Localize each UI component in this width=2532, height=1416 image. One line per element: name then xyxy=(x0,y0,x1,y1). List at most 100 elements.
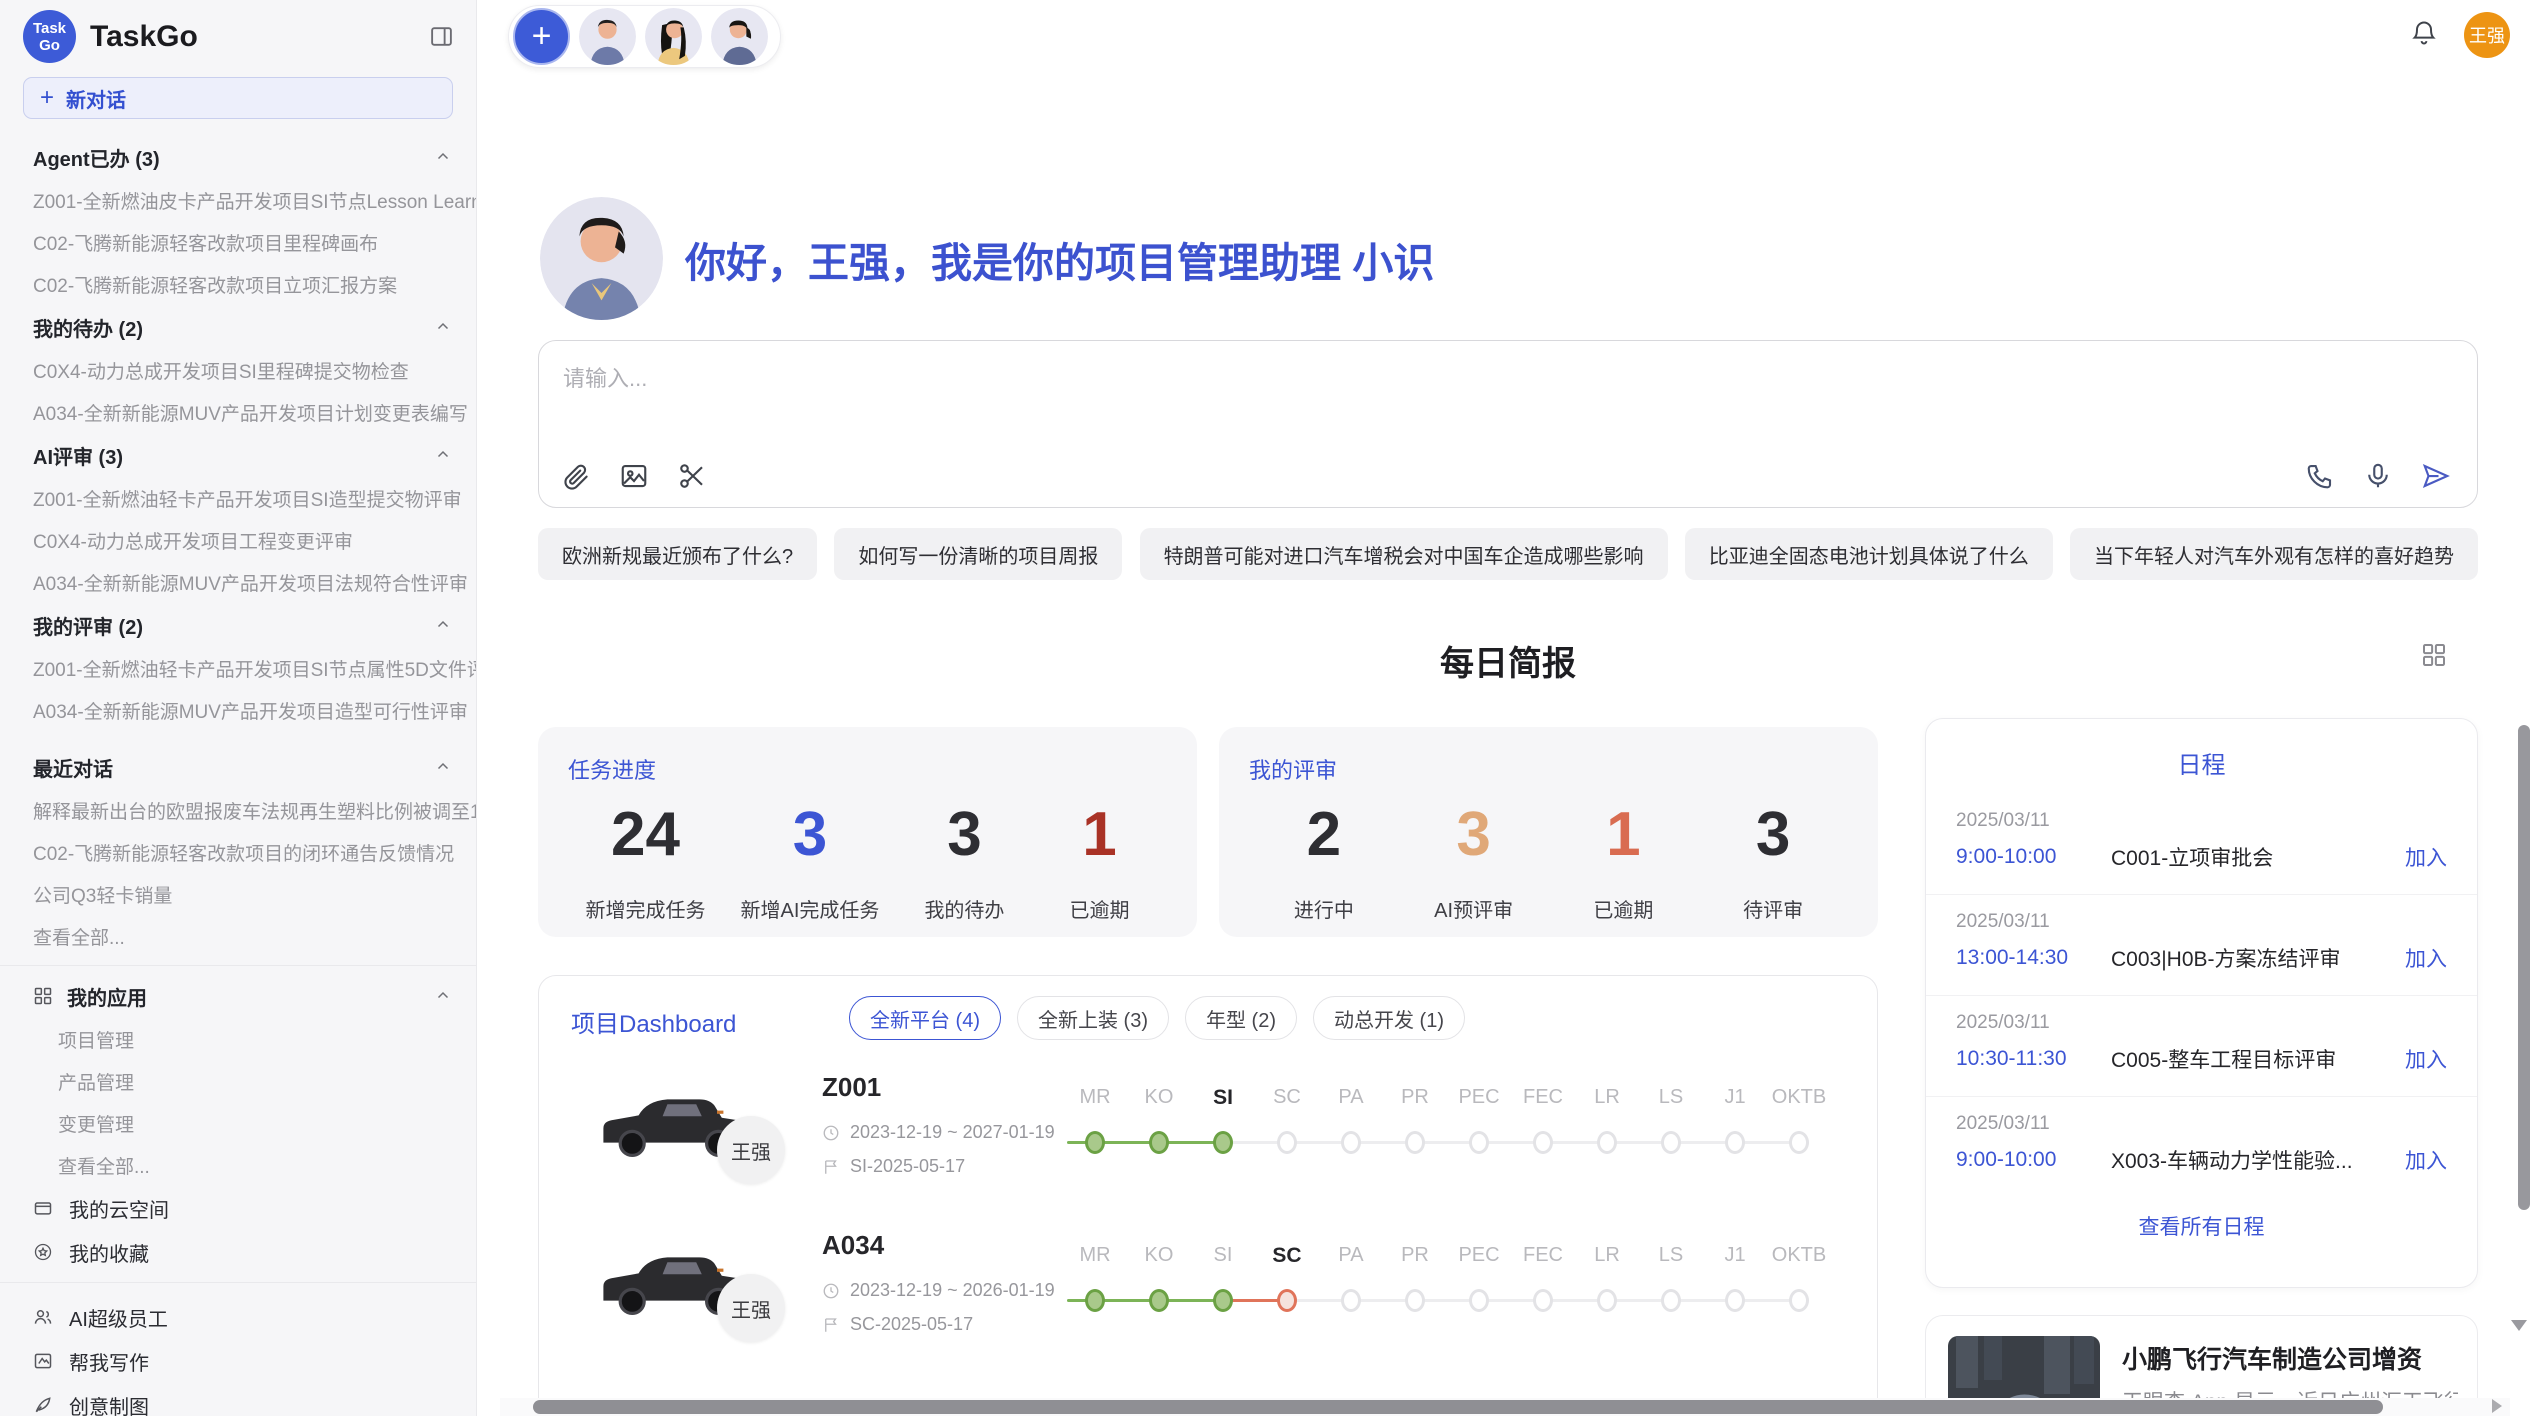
schedule-item[interactable]: 2025/03/11 9:00-10:00 C001-立项审批会 加入 xyxy=(1926,794,2477,895)
section-agent-done[interactable]: Agent已办 (3) xyxy=(0,135,476,179)
agent-avatar-1[interactable] xyxy=(579,8,636,65)
agent-avatar-3[interactable] xyxy=(711,8,768,65)
section-ai-review[interactable]: AI评审 (3) xyxy=(0,433,476,477)
schedule-item[interactable]: 2025/03/11 10:30-11:30 C005-整车工程目标评审 加入 xyxy=(1926,996,2477,1097)
recent-chat-item[interactable]: C02-飞腾新能源轻客改款项目的闭环通告反馈情况 xyxy=(0,831,476,873)
filter-chip[interactable]: 全新平台 (4) xyxy=(849,996,1001,1040)
section-my-todo[interactable]: 我的待办 (2) xyxy=(0,305,476,349)
suggestion-chip[interactable]: 比亚迪全固态电池计划具体说了什么 xyxy=(1685,528,2053,580)
section-my-review[interactable]: 我的评审 (2) xyxy=(0,603,476,647)
join-link[interactable]: 加入 xyxy=(2405,1145,2447,1175)
user-avatar[interactable]: 王强 xyxy=(2464,12,2510,58)
notifications-bell-icon[interactable] xyxy=(2410,19,2438,52)
divider xyxy=(0,1282,476,1283)
sidebar-item-ai-staff[interactable]: AI超级员工 xyxy=(0,1295,476,1339)
app-item-project-mgmt[interactable]: 项目管理 xyxy=(0,1018,476,1060)
section-recent-chats[interactable]: 最近对话 xyxy=(0,745,476,789)
chevron-up-icon[interactable] xyxy=(434,758,452,776)
dashboard-title: 项目Dashboard xyxy=(571,1004,736,1039)
apps-grid-icon xyxy=(33,986,53,1006)
filter-chip[interactable]: 全新上装 (3) xyxy=(1017,996,1169,1040)
join-link[interactable]: 加入 xyxy=(2405,943,2447,973)
vertical-scrollbar-thumb[interactable] xyxy=(2518,725,2530,1210)
list-item[interactable]: C0X4-动力总成开发项目SI里程碑提交物检查 xyxy=(0,349,476,391)
project-dates: 2023-12-19 ~ 2027-01-19 xyxy=(822,1122,1055,1143)
app-item-change-mgmt[interactable]: 变更管理 xyxy=(0,1102,476,1144)
filter-chip[interactable]: 年型 (2) xyxy=(1185,996,1297,1040)
chevron-up-icon[interactable] xyxy=(434,148,452,166)
schedule-item[interactable]: 2025/03/11 9:00-10:00 X003-车辆动力学性能验... 加… xyxy=(1926,1097,2477,1197)
view-all-apps[interactable]: 查看全部... xyxy=(0,1144,476,1186)
list-item[interactable]: C0X4-动力总成开发项目工程变更评审 xyxy=(0,519,476,561)
project-row[interactable]: 王强 A034 2023-12-19 ~ 2026-01-19 SC-2025-… xyxy=(539,1222,1878,1380)
microphone-icon[interactable] xyxy=(2363,461,2393,491)
collapse-sidebar-icon[interactable] xyxy=(429,24,454,54)
list-item[interactable]: Z001-全新燃油轻卡产品开发项目SI造型提交物评审 xyxy=(0,477,476,519)
chevron-up-icon[interactable] xyxy=(434,318,452,336)
milestone-dot xyxy=(1341,1289,1361,1312)
send-icon[interactable] xyxy=(2421,461,2451,491)
scroll-down-arrow-icon[interactable] xyxy=(2511,1320,2527,1331)
suggestion-chip[interactable]: 欧洲新规最近颁布了什么? xyxy=(538,528,817,580)
list-item[interactable]: A034-全新新能源MUV产品开发项目造型可行性评审 xyxy=(0,689,476,731)
list-item[interactable]: C02-飞腾新能源轻客改款项目立项汇报方案 xyxy=(0,263,476,305)
milestone-dot xyxy=(1661,1131,1681,1154)
project-owner-badge: 王强 xyxy=(717,1116,785,1184)
scissors-icon[interactable] xyxy=(677,461,707,491)
star-circle-icon xyxy=(33,1242,53,1262)
stat-value: 3 xyxy=(1424,799,1524,870)
chevron-up-icon[interactable] xyxy=(434,987,452,1005)
stat-value: 1 xyxy=(1573,799,1673,870)
sidebar-item-cloud-space[interactable]: 我的云空间 xyxy=(0,1186,476,1230)
horizontal-scrollbar[interactable] xyxy=(500,1398,2510,1416)
schedule-event-title: C003|H0B-方案冻结评审 xyxy=(2111,943,2405,973)
sidebar-header: Task Go TaskGo xyxy=(0,0,476,73)
list-item[interactable]: Z001-全新燃油皮卡产品开发项目SI节点Lesson Learn报告 xyxy=(0,179,476,221)
list-item[interactable]: C02-飞腾新能源轻客改款项目里程碑画布 xyxy=(0,221,476,263)
milestone-label: PR xyxy=(1383,1086,1447,1110)
horizontal-scrollbar-thumb[interactable] xyxy=(533,1400,2383,1414)
agent-avatar-2[interactable] xyxy=(645,8,702,65)
new-chat-button[interactable]: + 新对话 xyxy=(23,77,453,119)
chevron-up-icon[interactable] xyxy=(434,616,452,634)
sidebar-item-help-write[interactable]: 帮我写作 xyxy=(0,1339,476,1383)
recent-chat-item[interactable]: 解释最新出台的欧盟报废车法规再生塑料比例被调至15%... xyxy=(0,789,476,831)
section-my-apps[interactable]: 我的应用 xyxy=(0,974,476,1018)
schedule-item[interactable]: 2025/03/11 13:00-14:30 C003|H0B-方案冻结评审 加… xyxy=(1926,895,2477,996)
list-item[interactable]: A034-全新新能源MUV产品开发项目法规符合性评审 xyxy=(0,561,476,603)
section-title: Agent已办 (3) xyxy=(33,143,160,172)
view-all-chats[interactable]: 查看全部... xyxy=(0,915,476,957)
chevron-up-icon[interactable] xyxy=(434,446,452,464)
list-item[interactable]: A034-全新新能源MUV产品开发项目计划变更表编写 xyxy=(0,391,476,433)
stat-value: 3 xyxy=(914,799,1014,870)
chat-input[interactable]: 请输入... xyxy=(538,340,2478,508)
join-link[interactable]: 加入 xyxy=(2405,1044,2447,1074)
attach-icon[interactable] xyxy=(561,461,591,491)
add-agent-button[interactable]: + xyxy=(513,8,570,65)
recent-chat-item[interactable]: 公司Q3轻卡销量 xyxy=(0,873,476,915)
milestone-dot xyxy=(1725,1289,1745,1312)
milestone-label-active: SI xyxy=(1191,1086,1255,1110)
list-item[interactable]: Z001-全新燃油轻卡产品开发项目SI节点属性5D文件评审 xyxy=(0,647,476,689)
sidebar-item-creative-draw[interactable]: 创意制图 xyxy=(0,1383,476,1416)
briefing-layout-icon[interactable] xyxy=(2419,640,2449,675)
stat-label: 我的待办 xyxy=(914,894,1014,923)
project-row[interactable]: 王强 Z001 2023-12-19 ~ 2027-01-19 SI-2025-… xyxy=(539,1064,1878,1222)
milestone-dot-done xyxy=(1085,1131,1105,1154)
logo-text-top: Task xyxy=(33,20,66,37)
suggestion-chip[interactable]: 当下年轻人对汽车外观有怎样的喜好趋势 xyxy=(2070,528,2478,580)
suggestion-chip[interactable]: 特朗普可能对进口汽车增税会对中国车企造成哪些影响 xyxy=(1140,528,1668,580)
view-all-schedule-link[interactable]: 查看所有日程 xyxy=(1926,1211,2477,1241)
scroll-right-arrow-icon[interactable] xyxy=(2492,1399,2502,1413)
milestone-dot xyxy=(1725,1131,1745,1154)
app-item-product-mgmt[interactable]: 产品管理 xyxy=(0,1060,476,1102)
suggestion-chip[interactable]: 如何写一份清晰的项目周报 xyxy=(834,528,1122,580)
sidebar-item-label: 创意制图 xyxy=(69,1391,149,1416)
milestone-dot-done xyxy=(1085,1289,1105,1312)
milestone-label: FEC xyxy=(1511,1086,1575,1110)
phone-icon[interactable] xyxy=(2305,461,2335,491)
filter-chip[interactable]: 动总开发 (1) xyxy=(1313,996,1465,1040)
image-icon[interactable] xyxy=(619,461,649,491)
join-link[interactable]: 加入 xyxy=(2405,842,2447,872)
sidebar-item-favorites[interactable]: 我的收藏 xyxy=(0,1230,476,1274)
